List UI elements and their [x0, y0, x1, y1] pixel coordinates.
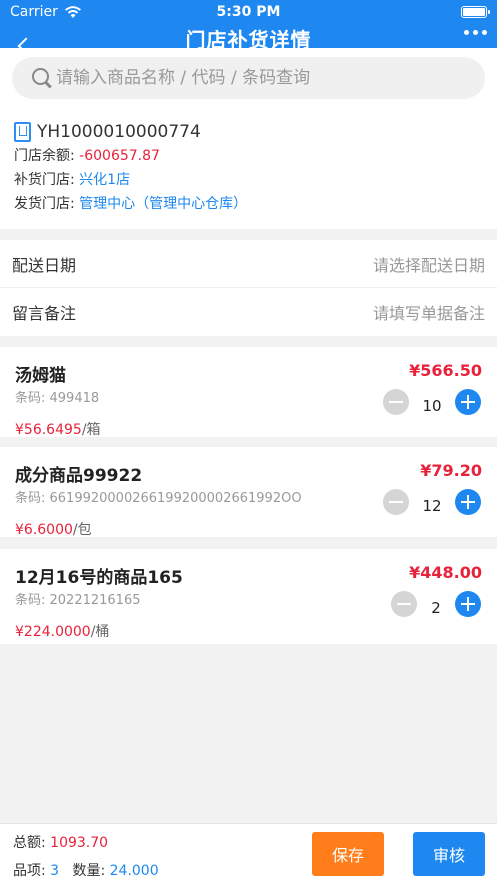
bookmark-icon — [14, 122, 31, 142]
quantity-value[interactable]: 12 — [409, 489, 455, 515]
remark-label: 留言备注 — [12, 304, 77, 323]
search-bar — [0, 48, 497, 108]
unit-price-value: ¥56.6495 — [15, 422, 82, 438]
quantity-stepper: 12 — [383, 489, 481, 515]
unit-label: /箱 — [81, 422, 101, 438]
product-name: 12月16号的商品165 — [15, 568, 183, 588]
product-barcode: 条码: 20221216165 — [15, 593, 141, 608]
store-label: 补货门店: — [14, 172, 75, 188]
quantity-stepper: 10 — [383, 389, 481, 415]
minus-icon[interactable] — [383, 389, 409, 415]
product-item[interactable]: 12月16号的商品165 条码: 20221216165 ¥224.0000/桶… — [0, 549, 497, 644]
ship-row: 发货门店: 管理中心（管理中心仓库） — [14, 192, 483, 216]
product-item[interactable]: 汤姆猫 条码: 499418 ¥56.6495/箱 ¥566.50 10 — [0, 347, 497, 439]
battery-icon — [461, 6, 490, 18]
order-number-row: YH1000010000774 — [14, 120, 483, 144]
minus-icon[interactable] — [391, 591, 417, 617]
product-barcode: 条码: 499418 — [15, 391, 100, 406]
save-button[interactable]: 保存 — [312, 832, 384, 876]
items-value: 3 — [50, 863, 60, 879]
quantity-stepper: 2 — [391, 591, 481, 617]
product-item[interactable]: 成分商品99922 条码: 66199200002661992000026619… — [0, 447, 497, 539]
ship-value: 管理中心（管理中心仓库） — [79, 196, 248, 212]
quantity-value[interactable]: 10 — [409, 389, 455, 415]
unit-label: /桶 — [90, 624, 110, 640]
unit-price-value: ¥224.0000 — [15, 624, 91, 640]
item-counts: 品项: 3 数量: 24.000 — [13, 860, 159, 880]
product-amount: ¥448.00 — [409, 563, 482, 582]
store-value: 兴化1店 — [79, 172, 131, 188]
items-label: 品项: — [13, 863, 46, 879]
product-amount: ¥566.50 — [409, 361, 482, 380]
order-number: YH1000010000774 — [37, 122, 201, 142]
navigation-bar: Carrier 5:30 PM 门店补货详情 — [0, 0, 497, 55]
status-bar: Carrier 5:30 PM — [0, 4, 497, 22]
balance-label: 门店余额: — [14, 148, 75, 164]
clock: 5:30 PM — [216, 4, 281, 20]
delivery-date-placeholder: 请选择配送日期 — [372, 255, 485, 275]
product-unit-price: ¥56.6495/箱 — [15, 419, 101, 439]
product-name: 成分商品99922 — [15, 466, 143, 486]
footer-bar: 总额: 1093.70 品项: 3 数量: 24.000 保存 审核 — [0, 823, 497, 883]
product-unit-price: ¥6.6000/包 — [15, 519, 92, 539]
remark-field[interactable]: 留言备注 请填写单据备注 — [0, 288, 497, 336]
order-info: YH1000010000774 门店余额: -600657.87 补货门店: 兴… — [0, 108, 497, 229]
plus-icon[interactable] — [455, 591, 481, 617]
order-fields: 配送日期 请选择配送日期 留言备注 请填写单据备注 — [0, 240, 497, 336]
search-icon — [32, 68, 52, 88]
audit-button[interactable]: 审核 — [413, 832, 485, 876]
unit-price-value: ¥6.6000 — [15, 522, 73, 538]
delivery-date-label: 配送日期 — [12, 255, 77, 275]
plus-icon[interactable] — [455, 489, 481, 515]
minus-icon[interactable] — [383, 489, 409, 515]
total-amount: 总额: 1093.70 — [13, 832, 108, 852]
quantity-value[interactable]: 2 — [417, 591, 455, 617]
product-amount: ¥79.20 — [420, 461, 482, 480]
unit-label: /包 — [72, 522, 92, 538]
more-options-icon[interactable] — [464, 30, 487, 35]
quantity-total: 24.000 — [109, 863, 159, 879]
product-barcode: 条码: 6619920000266199200002661992OO — [15, 491, 302, 506]
balance-row: 门店余额: -600657.87 — [14, 144, 483, 168]
plus-icon[interactable] — [455, 389, 481, 415]
remark-placeholder: 请填写单据备注 — [372, 304, 485, 323]
search-box[interactable] — [12, 57, 485, 99]
product-name: 汤姆猫 — [15, 366, 66, 386]
delivery-date-field[interactable]: 配送日期 请选择配送日期 — [0, 240, 497, 288]
total-value: 1093.70 — [50, 835, 109, 851]
search-input[interactable] — [56, 68, 456, 88]
balance-value: -600657.87 — [79, 148, 160, 164]
total-label: 总额: — [13, 835, 46, 851]
quantity-label: 数量: — [72, 863, 106, 879]
store-row: 补货门店: 兴化1店 — [14, 168, 483, 192]
product-unit-price: ¥224.0000/桶 — [15, 621, 109, 641]
ship-label: 发货门店: — [14, 196, 75, 212]
